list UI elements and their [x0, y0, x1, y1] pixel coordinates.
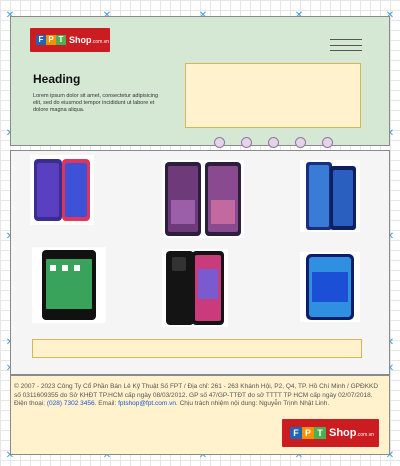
- fpt-shop-logo[interactable]: F P T Shop.com.vn: [30, 28, 110, 52]
- logo-domain: .com.vn: [91, 39, 110, 45]
- product-card-5[interactable]: [162, 249, 228, 327]
- footer-responsible: . Chịu trách nhiệm nội dung: Nguyễn Trịn…: [176, 400, 330, 407]
- logo-letter-t: T: [56, 35, 66, 45]
- hero-image-placeholder: [185, 63, 361, 128]
- carousel-dot[interactable]: [268, 137, 279, 148]
- product-card-1[interactable]: [30, 155, 94, 225]
- hero-text: Lorem ipsum dolor sit amet, consectetur …: [33, 93, 159, 113]
- footer-email-link[interactable]: fptshop@fpt.com.vn: [118, 400, 176, 407]
- carousel-dot[interactable]: [241, 137, 252, 148]
- logo-letter-p: P: [302, 427, 314, 439]
- logo-letter-p: P: [46, 35, 56, 45]
- phone-image: [42, 250, 96, 320]
- phone-image: [34, 159, 90, 221]
- carousel-dot[interactable]: [295, 137, 306, 148]
- promo-bar: [32, 339, 362, 358]
- product-card-2[interactable]: [162, 160, 244, 238]
- footer-phone-link[interactable]: (028) 7302 3456: [47, 400, 95, 407]
- logo-shop-word: Shop: [69, 35, 92, 45]
- logo-letter-f: F: [36, 35, 46, 45]
- phone-image: [166, 251, 224, 325]
- logo-letter-t: T: [314, 427, 326, 439]
- product-card-3[interactable]: [300, 160, 360, 232]
- logo-letter-f: F: [290, 427, 302, 439]
- logo-shop-word: Shop: [329, 427, 357, 439]
- footer-fpt-shop-logo[interactable]: F P T Shop.com.vn: [282, 419, 379, 447]
- carousel-dot[interactable]: [214, 137, 225, 148]
- phone-image: [306, 162, 356, 230]
- product-card-6[interactable]: [300, 252, 360, 322]
- hero-heading: Heading: [33, 72, 81, 86]
- carousel-dot[interactable]: [322, 137, 333, 148]
- product-card-4[interactable]: [32, 247, 106, 323]
- logo-shop-text: Shop.com.vn: [329, 427, 374, 439]
- phone-image: [306, 254, 354, 320]
- hamburger-icon[interactable]: [330, 39, 362, 51]
- carousel-dots: [214, 137, 333, 148]
- logo-domain: .com.vn: [356, 432, 375, 438]
- phone-image: [165, 162, 241, 236]
- footer-text: © 2007 - 2023 Công Ty Cổ Phần Bán Lẻ Kỹ …: [14, 383, 386, 409]
- footer-email-label: . Email:: [94, 400, 117, 407]
- logo-shop-text: Shop.com.vn: [69, 35, 109, 45]
